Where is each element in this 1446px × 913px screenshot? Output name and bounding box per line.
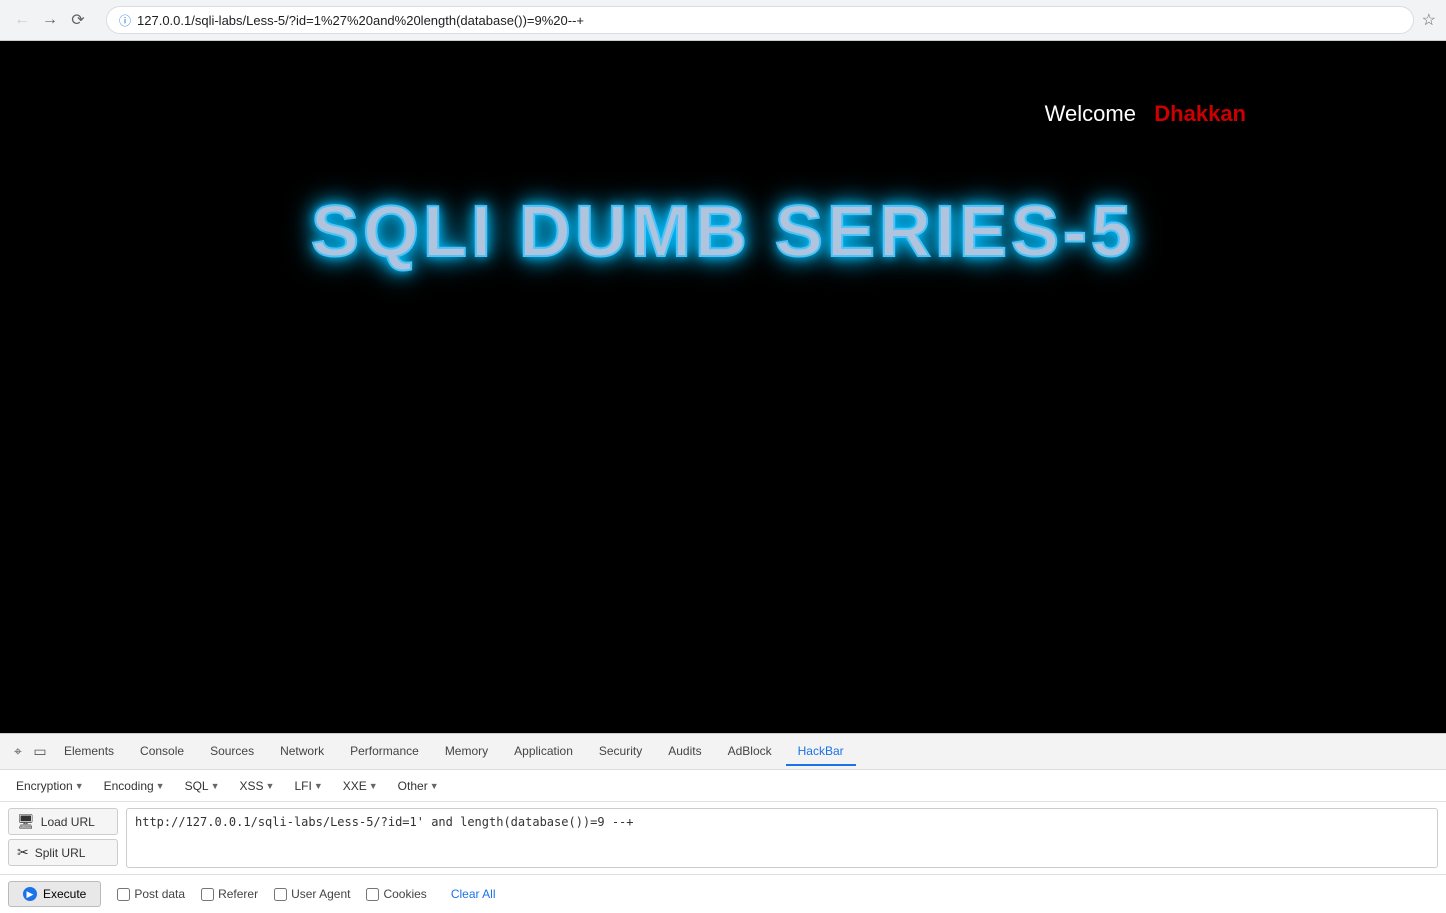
load-url-button[interactable]: 🖥 Load URL [8, 808, 118, 835]
encryption-dropdown-arrow: ▼ [75, 781, 84, 791]
xss-dropdown-arrow: ▼ [266, 781, 275, 791]
hackbar-actions: 🖥 Load URL ✂ Split URL [8, 808, 118, 866]
execute-play-icon: ▶ [23, 887, 37, 901]
menu-encryption[interactable]: Encryption ▼ [8, 776, 92, 796]
cookies-input[interactable] [366, 888, 379, 901]
main-title: SQLI DUMB SERIES-5 [0, 191, 1446, 273]
post-data-checkbox[interactable]: Post data [117, 887, 185, 901]
browser-chrome: ← → ⟳ ⓘ 127.0.0.1/sqli-labs/Less-5/?id=1… [0, 0, 1446, 41]
tab-adblock[interactable]: AdBlock [716, 738, 784, 766]
welcome-section: Welcome Dhakkan [1045, 101, 1246, 127]
menu-xxe[interactable]: XXE ▼ [335, 776, 386, 796]
devtools-icon-device[interactable]: ▭ [30, 742, 50, 762]
tab-performance[interactable]: Performance [338, 738, 431, 766]
xxe-dropdown-arrow: ▼ [369, 781, 378, 791]
devtools-icon-inspect[interactable]: ⌖ [8, 742, 28, 762]
lock-icon: ⓘ [119, 12, 131, 29]
menu-other[interactable]: Other ▼ [390, 776, 447, 796]
tab-sources[interactable]: Sources [198, 738, 266, 766]
hackbar: Encryption ▼ Encoding ▼ SQL ▼ XSS ▼ LFI … [0, 770, 1446, 913]
address-bar[interactable]: ⓘ 127.0.0.1/sqli-labs/Less-5/?id=1%27%20… [106, 6, 1414, 34]
tab-network[interactable]: Network [268, 738, 336, 766]
post-data-input[interactable] [117, 888, 130, 901]
tab-memory[interactable]: Memory [433, 738, 500, 766]
menu-encoding[interactable]: Encoding ▼ [96, 776, 173, 796]
clear-all-button[interactable]: Clear All [451, 887, 496, 901]
tab-hackbar[interactable]: HackBar [786, 738, 856, 766]
devtools-panel: ⌖ ▭ Elements Console Sources Network Per… [0, 733, 1446, 770]
browser-content: Welcome Dhakkan SQLI DUMB SERIES-5 [0, 41, 1446, 733]
username-label: Dhakkan [1154, 101, 1246, 126]
referer-input[interactable] [201, 888, 214, 901]
sql-dropdown-arrow: ▼ [211, 781, 220, 791]
user-agent-input[interactable] [274, 888, 287, 901]
back-button[interactable]: ← [10, 8, 34, 32]
menu-lfi[interactable]: LFI ▼ [286, 776, 330, 796]
hackbar-menu: Encryption ▼ Encoding ▼ SQL ▼ XSS ▼ LFI … [0, 770, 1446, 802]
execute-button[interactable]: ▶ Execute [8, 881, 101, 907]
devtools-tabs: ⌖ ▭ Elements Console Sources Network Per… [0, 734, 1446, 770]
reload-button[interactable]: ⟳ [66, 8, 90, 32]
split-url-button[interactable]: ✂ Split URL [8, 839, 118, 866]
tab-elements[interactable]: Elements [52, 738, 126, 766]
welcome-label: Welcome [1045, 101, 1136, 126]
other-dropdown-arrow: ▼ [430, 781, 439, 791]
tab-security[interactable]: Security [587, 738, 654, 766]
split-url-icon: ✂ [17, 844, 29, 861]
tab-console[interactable]: Console [128, 738, 196, 766]
encoding-dropdown-arrow: ▼ [156, 781, 165, 791]
menu-sql[interactable]: SQL ▼ [177, 776, 228, 796]
lfi-dropdown-arrow: ▼ [314, 781, 323, 791]
user-agent-checkbox[interactable]: User Agent [274, 887, 350, 901]
cookies-checkbox[interactable]: Cookies [366, 887, 426, 901]
hackbar-body: 🖥 Load URL ✂ Split URL http://127.0.0.1/… [0, 802, 1446, 874]
referer-checkbox[interactable]: Referer [201, 887, 258, 901]
forward-button[interactable]: → [38, 8, 62, 32]
bookmark-button[interactable]: ☆ [1422, 10, 1436, 30]
load-url-icon: 🖥 [17, 813, 35, 830]
hackbar-url-input[interactable]: http://127.0.0.1/sqli-labs/Less-5/?id=1'… [126, 808, 1438, 868]
hackbar-footer: ▶ Execute Post data Referer User Agent C… [0, 874, 1446, 913]
menu-xss[interactable]: XSS ▼ [232, 776, 283, 796]
url-text: 127.0.0.1/sqli-labs/Less-5/?id=1%27%20an… [137, 13, 1401, 28]
tab-audits[interactable]: Audits [656, 738, 713, 766]
browser-toolbar: ← → ⟳ ⓘ 127.0.0.1/sqli-labs/Less-5/?id=1… [0, 0, 1446, 40]
nav-icons: ← → ⟳ [10, 8, 90, 32]
tab-application[interactable]: Application [502, 738, 585, 766]
